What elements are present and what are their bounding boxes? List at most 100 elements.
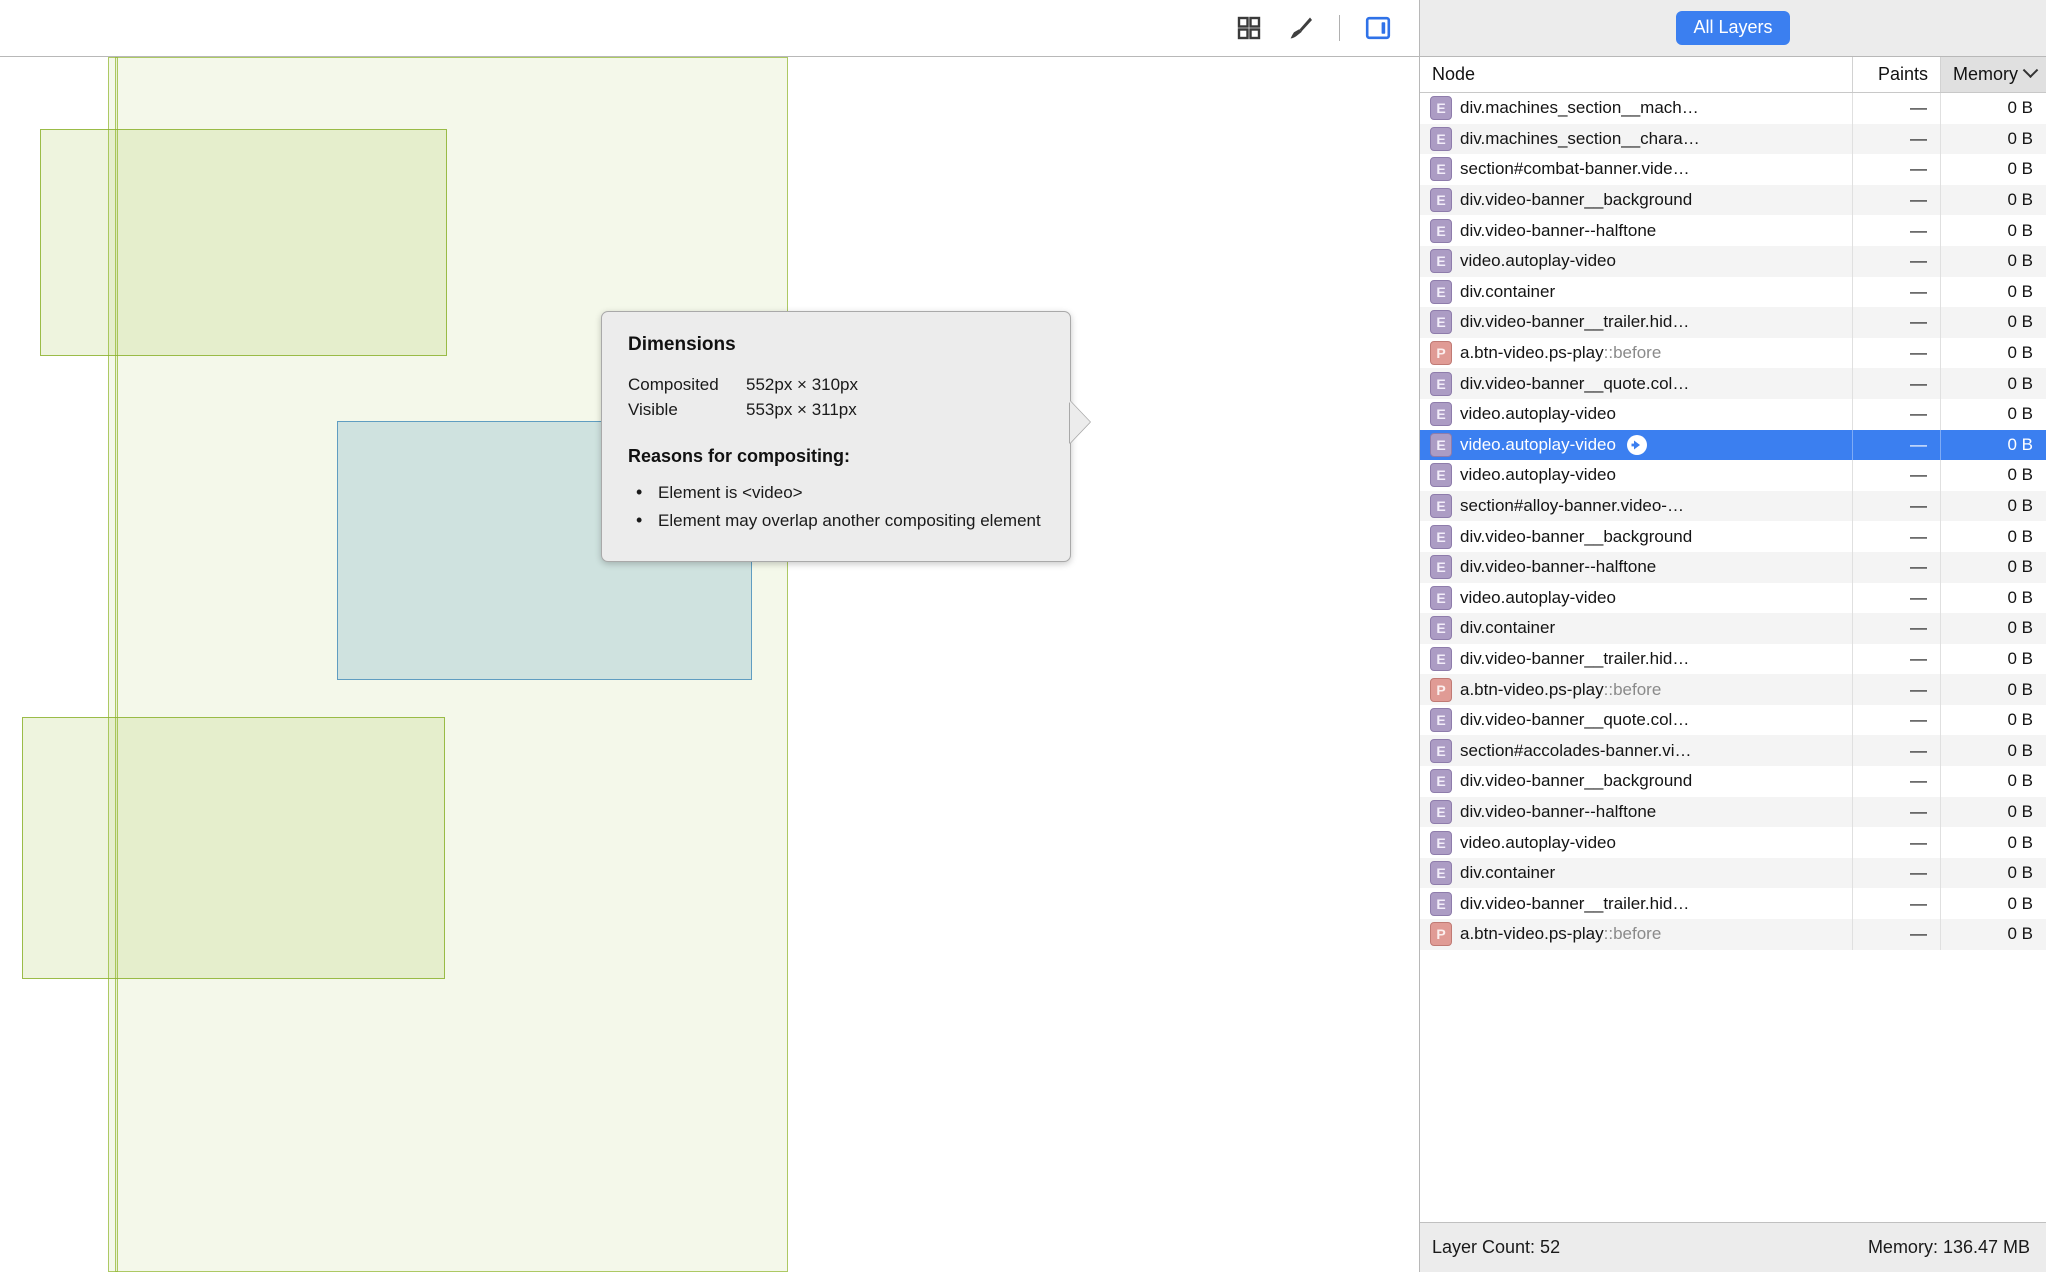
layer-node-cell: Ediv.container (1420, 613, 1853, 644)
layer-paints-cell: — (1853, 124, 1941, 155)
layer-node-cell: Evideo.autoplay-video (1420, 399, 1853, 430)
toolbar-divider (1339, 15, 1340, 41)
layer-memory-cell: 0 B (1941, 613, 2046, 644)
table-row[interactable]: Ediv.container—0 B (1420, 613, 2046, 644)
pseudo-element-badge-icon: P (1430, 922, 1452, 946)
table-row[interactable]: Ediv.container—0 B (1420, 277, 2046, 308)
table-row[interactable]: Ediv.video-banner__quote.col…—0 B (1420, 368, 2046, 399)
layer-node-cell: Evideo.autoplay-video (1420, 246, 1853, 277)
layer-node-cell: Evideo.autoplay-video (1420, 430, 1853, 461)
compositing-reasons-list: Element is <video> Element may overlap a… (628, 479, 1044, 535)
layer-node-label: div.video-banner__trailer.hid… (1460, 894, 1689, 914)
compositing-reason-item: Element may overlap another compositing … (628, 507, 1044, 535)
table-row[interactable]: Pa.btn-video.ps-play::before—0 B (1420, 919, 2046, 950)
layer-memory-cell: 0 B (1941, 827, 2046, 858)
table-row[interactable]: Ediv.machines_section__mach…—0 B (1420, 93, 2046, 124)
layer-memory-cell: 0 B (1941, 430, 2046, 461)
arrow-right-circle-icon[interactable] (1626, 434, 1648, 456)
table-row[interactable]: Ediv.video-banner--halftone—0 B (1420, 215, 2046, 246)
layer-node-cell: Ediv.container (1420, 858, 1853, 889)
table-row[interactable]: Evideo.autoplay-video—0 B (1420, 399, 2046, 430)
table-row[interactable]: Esection#accolades-banner.vi…—0 B (1420, 735, 2046, 766)
details-sidebar-toggle-button[interactable] (1352, 7, 1404, 49)
element-badge-icon: E (1430, 525, 1452, 549)
table-row[interactable]: Pa.btn-video.ps-play::before—0 B (1420, 338, 2046, 369)
layer-paints-cell: — (1853, 552, 1941, 583)
column-header-paints[interactable]: Paints (1853, 57, 1941, 92)
memory-total-label: Memory: 136.47 MB (1868, 1237, 2030, 1258)
layer-visualization-canvas[interactable] (0, 57, 1419, 1272)
element-badge-icon: E (1430, 647, 1452, 671)
table-row[interactable]: Ediv.video-banner__background—0 B (1420, 521, 2046, 552)
layer-node-label: div.video-banner__quote.col… (1460, 710, 1689, 730)
layer-memory-cell: 0 B (1941, 919, 2046, 950)
layer-node-cell: Pa.btn-video.ps-play::before (1420, 338, 1853, 369)
all-layers-button[interactable]: All Layers (1676, 11, 1789, 45)
pseudo-element-badge-icon: P (1430, 341, 1452, 365)
table-row[interactable]: Ediv.video-banner__trailer.hid…—0 B (1420, 307, 2046, 338)
element-badge-icon: E (1430, 127, 1452, 151)
table-row[interactable]: Ediv.video-banner__background—0 B (1420, 766, 2046, 797)
layer-paints-cell: — (1853, 735, 1941, 766)
table-row[interactable]: Evideo.autoplay-video—0 B (1420, 460, 2046, 491)
column-header-paints-label: Paints (1878, 64, 1928, 85)
table-row[interactable]: Ediv.container—0 B (1420, 858, 2046, 889)
layer-node-cell: Ediv.machines_section__mach… (1420, 93, 1853, 124)
table-row[interactable]: Evideo.autoplay-video—0 B (1420, 583, 2046, 614)
layer-paints-cell: — (1853, 246, 1941, 277)
element-badge-icon: E (1430, 157, 1452, 181)
layer-paints-cell: — (1853, 185, 1941, 216)
layer-memory-cell: 0 B (1941, 124, 2046, 155)
layer-node-label: video.autoplay-video (1460, 465, 1616, 485)
layer-node-cell: Ediv.video-banner__quote.col… (1420, 368, 1853, 399)
column-header-memory[interactable]: Memory (1941, 57, 2046, 92)
table-row[interactable]: Esection#alloy-banner.video-…—0 B (1420, 491, 2046, 522)
layer-node-cell: Ediv.machines_section__chara… (1420, 124, 1853, 155)
layer-memory-cell: 0 B (1941, 307, 2046, 338)
grid-icon-button[interactable] (1223, 7, 1275, 49)
table-row[interactable]: Evideo.autoplay-video—0 B (1420, 246, 2046, 277)
layer-paints-cell: — (1853, 491, 1941, 522)
element-badge-icon: E (1430, 769, 1452, 793)
layer-memory-cell: 0 B (1941, 674, 2046, 705)
layer-node-label: div.video-banner__background (1460, 771, 1692, 791)
layers-table-body[interactable]: Ediv.machines_section__mach…—0 BEdiv.mac… (1420, 93, 2046, 1222)
layer-paints-cell: — (1853, 521, 1941, 552)
layer-paints-cell: — (1853, 644, 1941, 675)
table-row[interactable]: Pa.btn-video.ps-play::before—0 B (1420, 674, 2046, 705)
table-row[interactable]: Ediv.video-banner__trailer.hid…—0 B (1420, 644, 2046, 675)
layer-paints-cell: — (1853, 797, 1941, 828)
layer-node-label: section#accolades-banner.vi… (1460, 741, 1692, 761)
table-row[interactable]: Ediv.video-banner__background—0 B (1420, 185, 2046, 216)
column-header-node[interactable]: Node (1420, 57, 1853, 92)
table-row[interactable]: Ediv.video-banner--halftone—0 B (1420, 797, 2046, 828)
layer-paints-cell: — (1853, 858, 1941, 889)
table-row[interactable]: Evideo.autoplay-video—0 B (1420, 827, 2046, 858)
layer-paints-cell: — (1853, 368, 1941, 399)
layer-count-label: Layer Count: 52 (1432, 1237, 1560, 1258)
table-row[interactable]: Ediv.video-banner__quote.col…—0 B (1420, 705, 2046, 736)
table-row[interactable]: Esection#combat-banner.vide…—0 B (1420, 154, 2046, 185)
layer-memory-cell: 0 B (1941, 277, 2046, 308)
visible-label: Visible (628, 397, 746, 422)
grid-icon (1236, 15, 1262, 41)
layer-memory-cell: 0 B (1941, 154, 2046, 185)
layer-details-popover: Dimensions Composited 552px × 310px Visi… (601, 311, 1071, 562)
layer-paints-cell: — (1853, 674, 1941, 705)
paintbrush-icon-button[interactable] (1275, 7, 1327, 49)
layer-rect-combat-banner-layer[interactable] (40, 129, 447, 356)
element-badge-icon: E (1430, 433, 1452, 457)
element-badge-icon: E (1430, 739, 1452, 763)
layer-node-label: a.btn-video.ps-play::before (1460, 343, 1661, 363)
layer-rect-accolades-banner-layer[interactable] (22, 717, 445, 979)
layer-memory-cell: 0 B (1941, 246, 2046, 277)
composited-label: Composited (628, 372, 746, 397)
layer-node-cell: Ediv.video-banner__trailer.hid… (1420, 307, 1853, 338)
element-badge-icon: E (1430, 586, 1452, 610)
table-row[interactable]: Ediv.video-banner--halftone—0 B (1420, 552, 2046, 583)
table-row[interactable]: Ediv.machines_section__chara…—0 B (1420, 124, 2046, 155)
sidebar-header: All Layers (1420, 0, 2046, 57)
table-row[interactable]: Ediv.video-banner__trailer.hid…—0 B (1420, 888, 2046, 919)
element-badge-icon: E (1430, 96, 1452, 120)
table-row[interactable]: Evideo.autoplay-video—0 B (1420, 430, 2046, 461)
